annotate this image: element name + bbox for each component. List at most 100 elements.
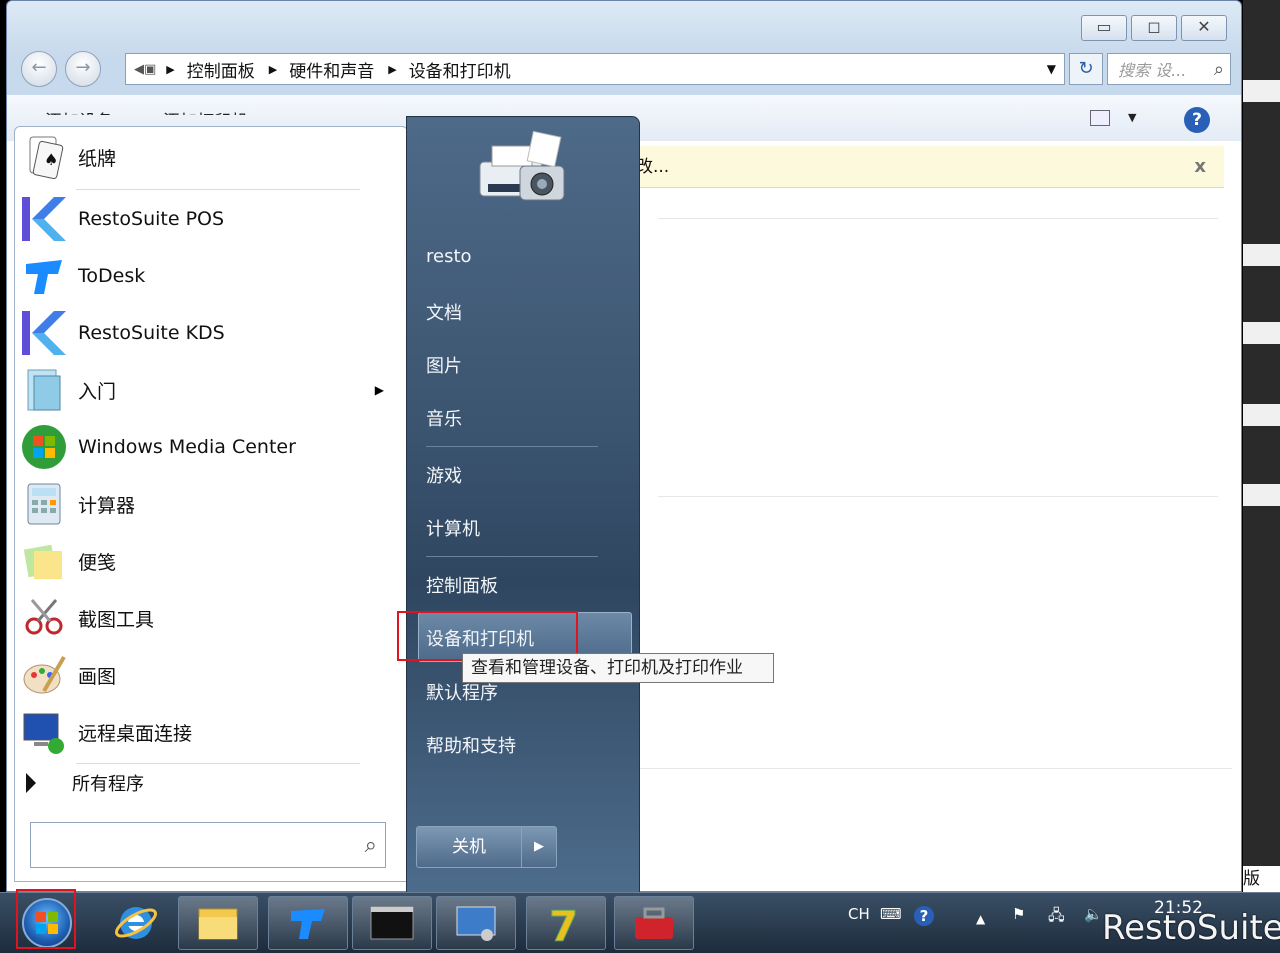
shutdown-options-button[interactable]: ▶ xyxy=(521,826,557,868)
close-icon[interactable]: x xyxy=(1194,146,1206,188)
taskbar-ie[interactable] xyxy=(96,896,176,950)
program-label: 画图 xyxy=(78,665,117,688)
toolbox-icon xyxy=(635,907,673,939)
program-label: Windows Media Center xyxy=(78,436,296,458)
shutdown-button[interactable]: 关机 xyxy=(416,826,522,868)
paint-icon xyxy=(23,655,66,694)
program-label: ToDesk xyxy=(78,265,146,287)
menu-item-help-support[interactable]: 帮助和支持 xyxy=(426,732,516,758)
search-placeholder: 搜索 设... xyxy=(1118,61,1187,80)
back-button[interactable]: ← xyxy=(21,51,57,87)
add-printer-button[interactable]: 添加打印机 xyxy=(163,107,248,115)
program-label: 截图工具 xyxy=(78,608,155,631)
background-window-edge xyxy=(1243,322,1280,344)
maximize-button[interactable]: ◻ xyxy=(1131,15,1177,41)
command-prompt-icon xyxy=(370,906,414,940)
folder-icon: ◀▣ xyxy=(134,61,157,77)
breadcrumb-separator: ▶ xyxy=(166,62,175,76)
address-bar[interactable]: ◀▣ ▶ 控制面板 ▶ 硬件和声音 ▶ 设备和打印机 ▼ xyxy=(125,53,1065,85)
remote-desktop-icon xyxy=(23,713,64,754)
search-icon: ⌕ xyxy=(364,832,377,858)
snipping-tool-icon xyxy=(25,599,63,635)
windows-media-center-icon xyxy=(22,425,66,469)
keyboard-icon[interactable]: ⌨ xyxy=(880,905,902,923)
folder-icon xyxy=(198,908,238,940)
restosuite-pos-icon xyxy=(22,197,66,241)
minimize-button[interactable]: ▭ xyxy=(1081,15,1127,41)
todesk-icon xyxy=(26,260,62,294)
search-icon: ⌕ xyxy=(1213,58,1224,80)
divider xyxy=(426,446,598,447)
info-bar-text: 改... xyxy=(636,157,670,177)
view-dropdown-icon[interactable]: ▼ xyxy=(1128,111,1136,124)
app-seven-icon: 7 xyxy=(549,902,579,946)
breadcrumb-hardware-sound[interactable]: 硬件和声音 xyxy=(289,57,374,82)
info-bar[interactable]: 改... x xyxy=(630,146,1224,188)
program-restosuite-kds[interactable]: RestoSuite KDS xyxy=(20,306,390,360)
forward-button[interactable]: → xyxy=(65,51,101,87)
breadcrumb-devices-printers[interactable]: 设备和打印机 xyxy=(409,57,511,82)
search-input[interactable]: 搜索 设... ⌕ xyxy=(1107,53,1231,85)
arrow-right-icon xyxy=(26,773,36,793)
menu-item-documents[interactable]: 文档 xyxy=(426,299,462,325)
menu-item-computer[interactable]: 计算机 xyxy=(426,515,480,541)
program-todesk[interactable]: ToDesk xyxy=(20,249,390,303)
menu-item-pictures[interactable]: 图片 xyxy=(426,352,462,378)
start-search-input[interactable]: ⌕ xyxy=(30,822,386,868)
menu-item-control-panel[interactable]: 控制面板 xyxy=(426,572,498,598)
divider xyxy=(640,768,1232,769)
program-label: 计算器 xyxy=(78,494,136,517)
tooltip: 查看和管理设备、打印机及打印作业 xyxy=(462,653,774,683)
program-calculator[interactable]: 计算器 xyxy=(20,477,390,531)
background-window-edge xyxy=(1243,80,1280,102)
refresh-button[interactable]: ↻ xyxy=(1069,53,1103,85)
taskbar-explorer[interactable] xyxy=(178,896,258,950)
chevron-down-icon[interactable]: ▼ xyxy=(1047,62,1056,76)
program-label: RestoSuite POS xyxy=(78,208,225,230)
taskbar-cmd[interactable] xyxy=(352,896,432,950)
program-label: 便笺 xyxy=(78,551,117,574)
svg-text:♠: ♠ xyxy=(44,150,58,169)
program-remote-desktop[interactable]: 远程桌面连接 xyxy=(20,705,390,759)
language-indicator[interactable]: CH xyxy=(848,905,870,923)
taskbar-app-7[interactable]: 7 xyxy=(526,896,606,950)
program-label: RestoSuite KDS xyxy=(78,322,225,344)
taskbar-todesk[interactable] xyxy=(268,896,348,950)
restosuite-kds-icon xyxy=(22,311,66,355)
taskbar-toolbox[interactable] xyxy=(614,896,694,950)
help-icon[interactable]: ? xyxy=(1184,107,1210,133)
menu-item-music[interactable]: 音乐 xyxy=(426,405,462,431)
submenu-arrow-icon: ▶ xyxy=(374,383,384,397)
program-paint[interactable]: 画图 xyxy=(20,648,390,702)
divider xyxy=(658,496,1218,497)
show-hidden-icons-icon[interactable]: ▲ xyxy=(976,912,985,926)
divider xyxy=(76,189,360,190)
breadcrumb-control-panel[interactable]: 控制面板 xyxy=(187,57,255,82)
network-icon[interactable]: 🖧 xyxy=(1048,905,1065,930)
divider xyxy=(426,556,598,557)
all-programs-button[interactable]: 所有程序 xyxy=(26,770,144,796)
help-icon[interactable]: ? xyxy=(914,906,934,926)
sticky-notes-icon xyxy=(23,544,62,579)
breadcrumb-separator: ▶ xyxy=(388,62,397,76)
divider xyxy=(76,763,360,764)
volume-icon[interactable]: 🔈 xyxy=(1084,905,1103,923)
background-window-edge xyxy=(1243,484,1280,506)
menu-item-user-folder[interactable]: resto xyxy=(426,246,472,267)
action-center-flag-icon[interactable]: ⚑ xyxy=(1012,905,1025,923)
devices-printers-icon xyxy=(479,130,565,201)
breadcrumb-separator: ▶ xyxy=(268,62,278,76)
program-getting-started[interactable]: 入门 ▶ xyxy=(20,363,390,417)
program-windows-media-center[interactable]: Windows Media Center xyxy=(20,420,390,474)
program-solitaire[interactable]: ♠ 纸牌 xyxy=(20,130,390,184)
program-sticky-notes[interactable]: 便笺 xyxy=(20,534,390,588)
close-button[interactable]: ✕ xyxy=(1181,15,1227,41)
internet-explorer-icon xyxy=(115,907,157,939)
add-device-button[interactable]: 添加设备 xyxy=(45,107,113,115)
program-snipping-tool[interactable]: 截图工具 xyxy=(20,591,390,645)
menu-item-games[interactable]: 游戏 xyxy=(426,462,462,488)
background-window-edge xyxy=(1243,404,1280,426)
program-restosuite-pos[interactable]: RestoSuite POS xyxy=(20,192,390,246)
taskbar-control-panel[interactable] xyxy=(436,896,516,950)
view-options-icon[interactable] xyxy=(1090,110,1110,126)
